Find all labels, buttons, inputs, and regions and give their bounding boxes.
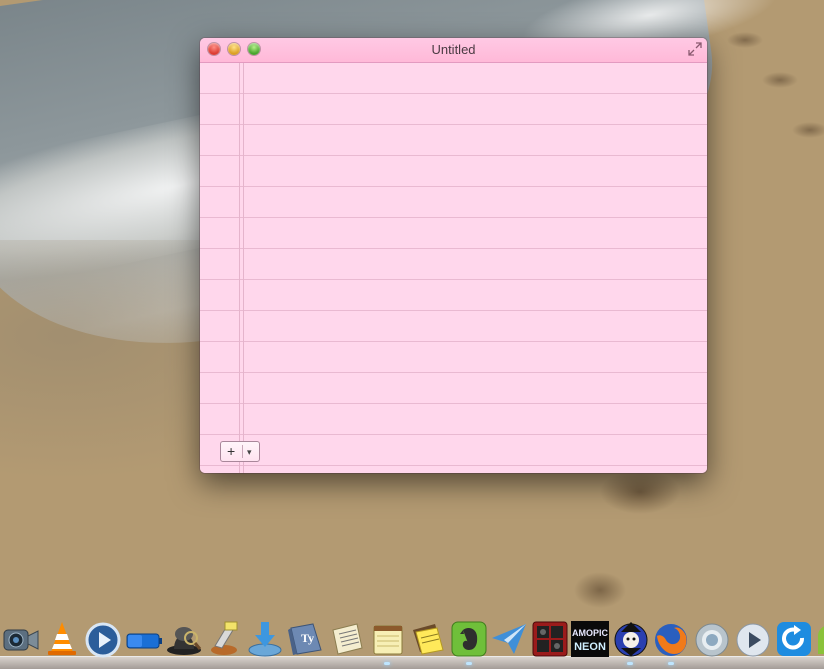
- running-indicator: [384, 662, 390, 665]
- notebook-app-icon[interactable]: [328, 616, 366, 658]
- alfred-hat-icon[interactable]: [165, 616, 203, 658]
- note-text-area[interactable]: [200, 63, 707, 473]
- evernote-icon[interactable]: [450, 616, 488, 658]
- neon-label: NEON: [574, 641, 606, 653]
- anime-character-icon[interactable]: [612, 616, 650, 658]
- window-title: Untitled: [431, 42, 476, 57]
- plus-icon[interactable]: +: [227, 443, 235, 460]
- notepad-app-icon[interactable]: [369, 616, 407, 658]
- add-item-button[interactable]: + ▾: [220, 441, 260, 462]
- chrome-icon[interactable]: [693, 616, 731, 658]
- android-icon[interactable]: [816, 616, 824, 658]
- photo-booth-icon[interactable]: [531, 616, 569, 658]
- amopic-label: AMOPIC: [572, 628, 609, 638]
- desktop-wallpaper: Untitled + ▾ Ty AMOPIC NEON: [0, 0, 824, 669]
- download-manager-icon[interactable]: [246, 616, 284, 658]
- facetime-camera-icon[interactable]: [2, 616, 40, 658]
- sparrow-mail-icon[interactable]: [490, 616, 528, 658]
- dock: Ty AMOPIC NEON: [0, 612, 824, 669]
- amopic-neon-icon[interactable]: AMOPIC NEON: [571, 616, 609, 658]
- running-indicator: [466, 662, 472, 665]
- refresh-app-icon[interactable]: [775, 616, 813, 658]
- margin-line: [239, 63, 244, 473]
- quicktime-play-icon[interactable]: [84, 616, 122, 658]
- running-indicator: [627, 662, 633, 665]
- typinator-label: Ty: [301, 631, 314, 645]
- window-titlebar[interactable]: Untitled: [200, 38, 707, 63]
- typinator-icon[interactable]: Ty: [287, 616, 325, 658]
- vlc-cone-icon[interactable]: [43, 616, 81, 658]
- media-player-icon[interactable]: [734, 616, 772, 658]
- sharing-app-icon[interactable]: [205, 616, 243, 658]
- chevron-down-icon[interactable]: ▾: [247, 445, 252, 459]
- firefox-icon[interactable]: [652, 616, 690, 658]
- fullscreen-icon[interactable]: [688, 42, 702, 56]
- divider: [242, 445, 243, 458]
- stickies-note-window: Untitled + ▾: [200, 38, 707, 473]
- running-indicator: [668, 662, 674, 665]
- battery-app-icon[interactable]: [125, 616, 163, 658]
- sticky-notes-icon[interactable]: [409, 616, 447, 658]
